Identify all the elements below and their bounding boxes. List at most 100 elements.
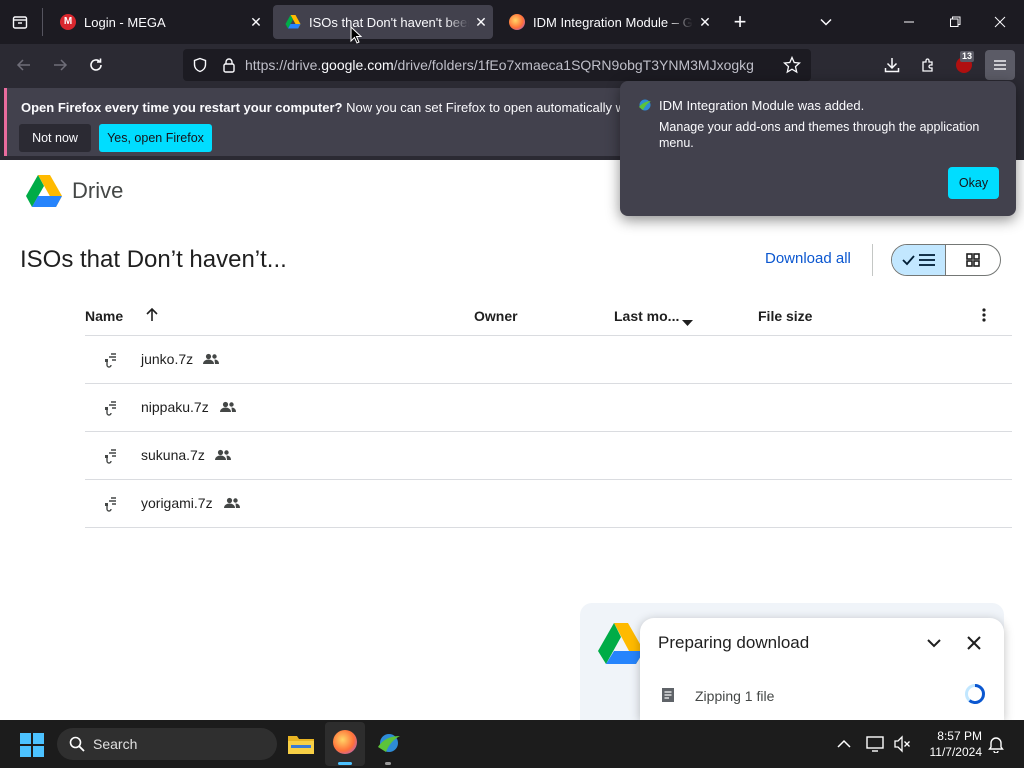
close-icon[interactable] xyxy=(966,635,982,656)
tracking-protection-shield-icon[interactable] xyxy=(185,57,215,73)
divider xyxy=(42,8,43,36)
open-firefox-button[interactable]: Yes, open Firefox xyxy=(99,124,212,152)
table-row[interactable]: sukuna.7z xyxy=(85,432,1012,480)
taskbar-search-box[interactable]: Search xyxy=(57,728,277,760)
page-title: ISOs that Don’t haven’t... xyxy=(20,246,287,273)
tab-title: Login - MEGA xyxy=(84,14,166,30)
speaker-muted-icon[interactable] xyxy=(893,735,911,758)
tab-mega[interactable]: M Login - MEGA ✕ xyxy=(48,5,268,39)
sort-ascending-arrow-icon[interactable] xyxy=(145,307,159,328)
close-tab-icon[interactable]: ✕ xyxy=(469,14,493,31)
reload-icon[interactable] xyxy=(80,49,112,81)
tab-title: IDM Integration Module – Get t xyxy=(533,14,693,30)
popup-title: IDM Integration Module was added. xyxy=(659,98,865,113)
tab-strip: M Login - MEGA ✕ ISOs that Don't haven't… xyxy=(0,0,1024,44)
drive-brand[interactable]: Drive xyxy=(72,178,123,204)
default-browser-notification: Open Firefox every time you restart your… xyxy=(4,88,679,156)
google-drive-icon xyxy=(598,623,644,680)
addon-installed-popup: IDM Integration Module was added. Manage… xyxy=(620,81,1016,216)
clock-time: 8:57 PM xyxy=(937,729,982,743)
firefox-view-icon[interactable] xyxy=(4,6,36,38)
not-now-button[interactable]: Not now xyxy=(19,124,91,152)
restore-icon[interactable] xyxy=(939,6,971,38)
column-header-owner[interactable]: Owner xyxy=(474,308,518,324)
column-header-name[interactable]: Name xyxy=(85,308,123,324)
bookmark-star-icon[interactable] xyxy=(782,55,802,77)
file-name[interactable]: sukuna.7z xyxy=(141,447,205,463)
taskbar-firefox-button[interactable] xyxy=(325,722,365,766)
google-drive-icon xyxy=(285,14,301,30)
view-toggle xyxy=(891,244,1001,276)
table-row[interactable]: nippaku.7z xyxy=(85,384,1012,432)
archive-file-icon xyxy=(103,448,117,464)
loading-spinner-icon xyxy=(964,683,986,710)
popup-body-line2: menu. xyxy=(659,136,694,150)
collapse-chevron-down-icon[interactable] xyxy=(926,635,942,656)
extension-badge: 13 xyxy=(960,51,975,62)
url-path: /drive/folders/1fEo7xmaeca1SQRN9obgT3YNM… xyxy=(393,57,754,73)
url-bar[interactable]: https://drive.google.com/drive/folders/1… xyxy=(183,49,811,81)
document-icon xyxy=(661,687,675,708)
download-all-button[interactable]: Download all xyxy=(765,250,851,267)
close-window-icon[interactable] xyxy=(984,6,1016,38)
tab-idm-module[interactable]: IDM Integration Module – Get t ✕ xyxy=(497,5,717,39)
file-name[interactable]: yorigami.7z xyxy=(141,495,213,511)
mega-icon: M xyxy=(60,14,76,30)
dropdown-arrow-icon[interactable] xyxy=(682,313,693,331)
shared-people-icon xyxy=(223,494,241,512)
archive-file-icon xyxy=(103,496,117,512)
notification-bell-icon[interactable] xyxy=(988,735,1004,758)
download-item: Zipping 1 file xyxy=(640,670,1004,720)
back-arrow-icon[interactable] xyxy=(8,49,40,81)
active-indicator xyxy=(338,762,352,765)
running-indicator xyxy=(385,762,391,765)
download-status: Zipping 1 file xyxy=(695,688,775,704)
close-tab-icon[interactable]: ✕ xyxy=(244,14,268,31)
more-options-icon[interactable] xyxy=(980,307,988,328)
firefox-icon xyxy=(333,730,357,754)
column-header-last-modified[interactable]: Last mo... xyxy=(614,308,679,324)
network-monitor-icon[interactable] xyxy=(866,735,886,758)
firefox-icon xyxy=(509,14,525,30)
show-hidden-icons-chevron-up-icon[interactable] xyxy=(836,736,852,757)
file-explorer-icon[interactable] xyxy=(287,732,315,761)
shared-people-icon xyxy=(202,350,220,368)
shared-people-icon xyxy=(219,398,237,416)
windows-start-icon[interactable] xyxy=(20,733,44,762)
windows-taskbar: Search 8:57 PM 11/7/2024 xyxy=(0,720,1024,768)
clock-date: 11/7/2024 xyxy=(929,745,983,759)
archive-file-icon xyxy=(103,400,117,416)
column-header-file-size[interactable]: File size xyxy=(758,308,812,324)
tab-drive-folder[interactable]: ISOs that Don't haven't been a ✕ xyxy=(273,5,493,39)
grid-view-button[interactable] xyxy=(946,245,1000,275)
app-menu-hamburger-icon[interactable] xyxy=(985,50,1015,80)
extensions-puzzle-icon[interactable] xyxy=(912,49,944,81)
okay-button[interactable]: Okay xyxy=(948,167,999,199)
file-name[interactable]: junko.7z xyxy=(141,351,193,367)
forward-arrow-icon[interactable] xyxy=(44,49,76,81)
tab-title: ISOs that Don't haven't been a xyxy=(309,14,469,30)
table-row[interactable]: junko.7z xyxy=(85,336,1012,384)
new-tab-icon[interactable]: + xyxy=(724,6,756,38)
lock-icon[interactable] xyxy=(215,57,243,73)
download-panel: Preparing download Zipping 1 file xyxy=(640,618,1004,720)
minimize-icon[interactable] xyxy=(893,6,925,38)
url-text: https://drive.google.com/drive/folders/1… xyxy=(245,57,754,73)
divider xyxy=(872,244,873,276)
downloads-icon[interactable] xyxy=(876,49,908,81)
list-tabs-chevron-down-icon[interactable] xyxy=(810,6,842,38)
search-placeholder: Search xyxy=(93,736,138,752)
close-tab-icon[interactable]: ✕ xyxy=(693,14,717,31)
file-name[interactable]: nippaku.7z xyxy=(141,399,209,415)
idm-extension-icon xyxy=(638,98,652,117)
popup-body-line1: Manage your add-ons and themes through t… xyxy=(659,120,980,134)
list-view-button[interactable] xyxy=(892,245,947,275)
download-panel-title: Preparing download xyxy=(658,633,810,652)
url-domain: google.com xyxy=(321,57,394,73)
google-drive-logo-icon[interactable] xyxy=(26,174,62,213)
idm-taskbar-icon[interactable] xyxy=(376,731,402,760)
url-prefix: https://drive. xyxy=(245,57,322,73)
table-row[interactable]: yorigami.7z xyxy=(85,480,1012,528)
taskbar-clock[interactable]: 8:57 PM 11/7/2024 xyxy=(920,728,983,760)
shared-people-icon xyxy=(214,446,232,464)
